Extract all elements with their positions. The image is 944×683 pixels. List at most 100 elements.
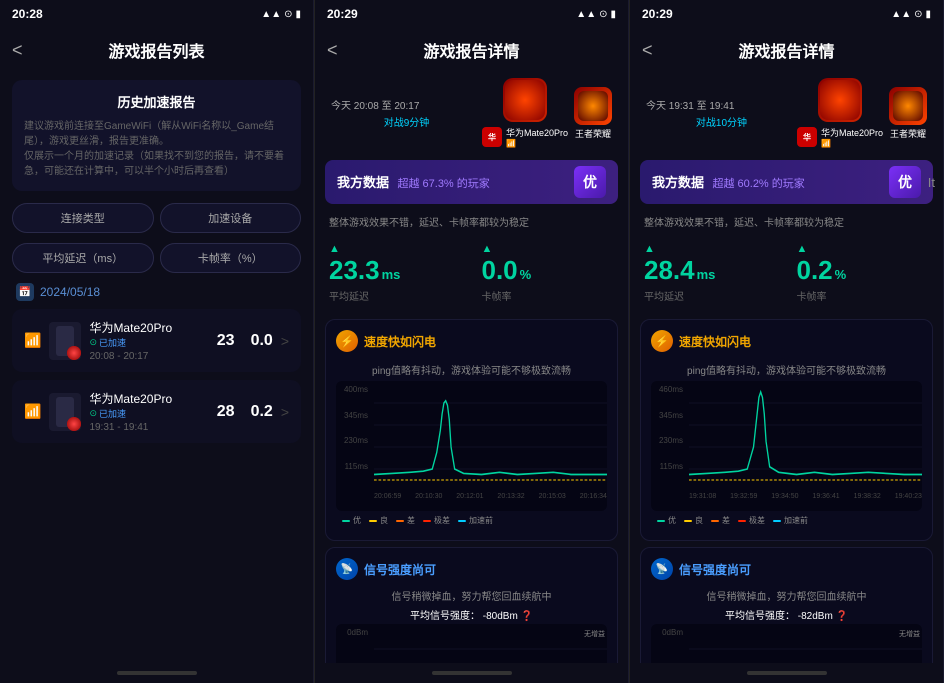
device-name-2: 华为Mate20Pro (821, 126, 883, 139)
wifi-icon-1: ⊙ (284, 9, 292, 20)
signal-icon-3: ▲▲ (891, 9, 911, 20)
ping-note-1: ping值略有抖动，游戏体验可能不够极致流畅 (336, 358, 607, 381)
signal-svg-2 (689, 624, 922, 663)
filter-delay[interactable]: 平均延迟（ms） (12, 243, 154, 273)
record-info-1: 华为Mate20Pro ⊙ 已加速 20:08 - 20:17 (89, 319, 208, 362)
wifi-icon-record1: 📶 (24, 332, 41, 349)
speed-legend-1: 优 良 差 极差 加速前 (336, 511, 607, 530)
signal-card-header-1: 📡 信号强度尚可 (336, 558, 607, 580)
wzry-icon-2 (889, 87, 927, 125)
home-indicator-1 (117, 671, 197, 675)
record-device-1: 华为Mate20Pro (89, 319, 208, 336)
detail-content-2: 今天 19:31 至 19:41 对战10分钟 华 华为Mate20Pro 📶 (630, 72, 943, 663)
session-game-icon-1 (503, 78, 547, 122)
speed-chart-1: 400ms 345ms 230ms 115ms (336, 381, 607, 511)
wifi-icon-3: ⊙ (914, 9, 922, 20)
home-indicator-2 (432, 671, 512, 675)
signal-card-2: 📡 信号强度尚可 信号稍微掉血，努力帮您回血续航中 平均信号强度： -82dBm… (640, 547, 933, 663)
filter-connection[interactable]: 连接类型 (12, 203, 154, 233)
home-indicator-3 (747, 671, 827, 675)
speed-card-1: ⚡ 速度快如闪电 ping值略有抖动，游戏体验可能不够极致流畅 400ms 34… (325, 319, 618, 541)
signal-icon-2: ▲▲ (576, 9, 596, 20)
wifi-icon-2: ⊙ (599, 9, 607, 20)
my-data-exceed-1: 超越 67.3% 的玩家 (397, 178, 489, 190)
session-info-1: 今天 20:08 至 20:17 对战9分钟 (331, 97, 482, 129)
signal-avg-1: 平均信号强度： -80dBm ❓ (336, 605, 607, 624)
back-button-1[interactable]: < (12, 40, 23, 61)
signal-badge-1: 📡 (336, 558, 358, 580)
panel3-title: 游戏报告详情 (738, 38, 834, 62)
filter-row-2: 平均延迟（ms） 卡帧率（%） (12, 243, 301, 273)
ping-note-2: ping值略有抖动，游戏体验可能不够极致流畅 (651, 358, 922, 381)
signal-note-1: 信号稍微掉血，努力帮您回血续航中 (336, 586, 607, 605)
signal-avg-2: 平均信号强度： -82dBm ❓ (651, 605, 922, 624)
speed-title-2: 速度快如闪电 (679, 333, 751, 350)
my-data-label-1: 我方数据 (337, 175, 389, 190)
session-header-2: 今天 19:31 至 19:41 对战10分钟 华 华为Mate20Pro 📶 (630, 72, 943, 154)
metric-frame-1: ▲ 0.0 % 卡帧率 (482, 243, 615, 303)
back-button-3[interactable]: < (642, 40, 653, 61)
time-1: 20:28 (12, 7, 43, 21)
chevron-icon-2: > (281, 404, 289, 420)
record-tag-1: ⊙ 已加速 (89, 336, 208, 349)
my-data-banner-2: 我方数据 超越 60.2% 的玩家 优 (640, 160, 933, 204)
status-bar-2: 20:29 ▲▲ ⊙ ▮ (315, 0, 628, 28)
panel3-header: < 游戏报告详情 (630, 28, 943, 72)
huawei-icon-2: 华 (797, 127, 817, 147)
signal-card-1: 📡 信号强度尚可 信号稍微掉血，努力帮您回血续航中 平均信号强度： -80dBm… (325, 547, 618, 663)
signal-title-2: 信号强度尚可 (679, 561, 751, 578)
chevron-icon-1: > (281, 333, 289, 349)
record-time-1: 20:08 - 20:17 (89, 351, 208, 362)
lightning-badge-1: ⚡ (336, 330, 358, 352)
panel1-content: 历史加速报告 建议游戏前连接至GameWiFi（解从WiFi名称以_Game结尾… (0, 72, 313, 663)
legend-excellent-1: 优 (342, 515, 361, 526)
history-desc: 建议游戏前连接至GameWiFi（解从WiFi名称以_Game结尾），游戏更丝滑… (24, 119, 289, 179)
speed-svg-1 (374, 381, 607, 491)
panel1-header: < 游戏报告列表 (0, 28, 313, 72)
signal-badge-2: 📡 (651, 558, 673, 580)
metric-frame-2: ▲ 0.2 % 卡帧率 (797, 243, 930, 303)
status-bar-1: 20:28 ▲▲ ⊙ ▮ (0, 0, 313, 28)
metrics-row-2: ▲ 28.4 ms 平均延迟 ▲ 0.2 % 卡帧率 (630, 233, 943, 313)
you-badge-2: 优 (889, 166, 921, 198)
signal-card-header-2: 📡 信号强度尚可 (651, 558, 922, 580)
record-2[interactable]: 📶 华为Mate20Pro ⊙ 已加速 19:31 - 19:41 28 (12, 380, 301, 443)
legend-poor-1: 差 (396, 515, 415, 526)
wifi-indicator-1: 📶 (506, 139, 568, 148)
speed-card-2: ⚡ 速度快如闪电 ping值略有抖动，游戏体验可能不够极致流畅 460ms 34… (640, 319, 933, 541)
signal-icon-1: ▲▲ (261, 9, 281, 20)
filter-row: 连接类型 加速设备 (12, 203, 301, 233)
bottom-bar-2 (315, 663, 628, 683)
wzry-icon-1 (574, 87, 612, 125)
panel1-title: 游戏报告列表 (108, 38, 204, 62)
session-header-1: 今天 20:08 至 20:17 对战9分钟 华 华为Mate20Pro 📶 (315, 72, 628, 154)
history-title: 历史加速报告 (24, 92, 289, 111)
record-time-2: 19:31 - 19:41 (89, 422, 208, 433)
chart-y-labels-1: 400ms 345ms 230ms 115ms (336, 381, 374, 491)
filter-frame[interactable]: 卡帧率（%） (160, 243, 302, 273)
stat-delay-2: 28 (217, 403, 235, 421)
date-row: 📅 2024/05/18 (12, 283, 301, 301)
status-icons-1: ▲▲ ⊙ ▮ (261, 9, 301, 20)
status-bar-3: 20:29 ▲▲ ⊙ ▮ (630, 0, 943, 28)
stat-delay-1: 23 (217, 332, 235, 350)
time-2: 20:29 (327, 7, 358, 21)
signal-chart-2: 0dBm -30dBm -60dBm 无增益 1域域 2增域外 (651, 624, 922, 663)
record-device-2: 华为Mate20Pro (89, 390, 208, 407)
effect-note-1: 整体游戏效果不错，延迟、卡帧率都较为稳定 (315, 210, 628, 233)
session-duration-2: 对战10分钟 (646, 114, 797, 129)
legend-good-1: 良 (369, 515, 388, 526)
metric-delay-1: ▲ 23.3 ms 平均延迟 (329, 243, 462, 303)
device-name-1: 华为Mate20Pro (506, 126, 568, 139)
back-button-2[interactable]: < (327, 40, 338, 61)
battery-icon-3: ▮ (925, 9, 931, 20)
signal-svg-1 (374, 624, 607, 663)
metric-delay-2: ▲ 28.4 ms 平均延迟 (644, 243, 777, 303)
game-name-1: 王者荣耀 (575, 127, 611, 140)
filter-device[interactable]: 加速设备 (160, 203, 302, 233)
session-time-1: 今天 20:08 至 20:17 (331, 97, 482, 112)
speed-legend-2: 优 良 差 极差 加速前 (651, 511, 922, 530)
metrics-row-1: ▲ 23.3 ms 平均延迟 ▲ 0.0 % 卡帧率 (315, 233, 628, 313)
calendar-icon: 📅 (16, 283, 34, 301)
record-1[interactable]: 📶 华为Mate20Pro ⊙ 已加速 20:08 - 20:17 23 (12, 309, 301, 372)
